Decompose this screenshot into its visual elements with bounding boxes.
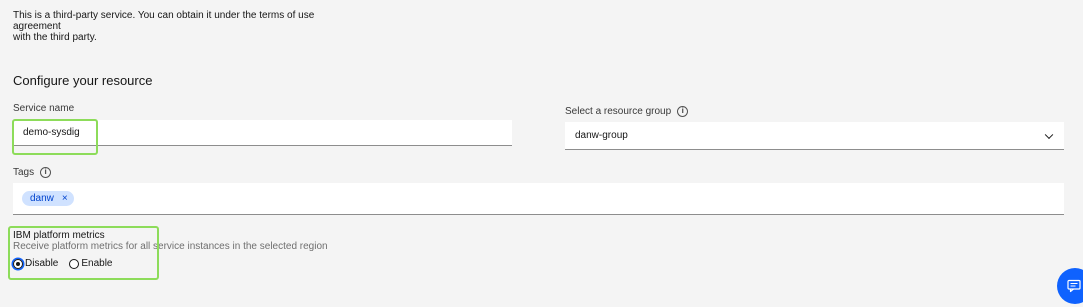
radio-disable-label: Disable — [25, 258, 59, 269]
third-party-notice-line-1: This is a third-party service. You can o… — [13, 10, 315, 32]
chat-icon — [1067, 279, 1081, 293]
service-name-value: demo-sysdig — [23, 127, 80, 138]
radio-button-checked[interactable] — [13, 258, 23, 269]
resource-group-value: danw-group — [575, 130, 628, 141]
resource-group-label: Select a resource group i — [565, 106, 689, 117]
radio-button-unchecked[interactable] — [69, 258, 80, 269]
radio-focus-ring — [13, 258, 23, 269]
resource-group-select[interactable]: danw-group — [565, 122, 1064, 150]
service-name-input[interactable]: demo-sysdig — [13, 120, 512, 146]
chat-button[interactable] — [1057, 268, 1083, 304]
radio-enable-label: Enable — [81, 258, 113, 269]
tags-label-text: Tags — [13, 167, 35, 178]
platform-metrics-label: IBM platform metrics — [13, 230, 105, 241]
tag-chip: danw × — [22, 191, 74, 206]
close-icon[interactable]: × — [62, 193, 68, 204]
third-party-notice: This is a third-party service. You can o… — [13, 10, 353, 43]
tags-label: Tags i — [13, 167, 52, 178]
info-icon[interactable]: i — [40, 167, 52, 178]
tags-input[interactable]: danw × — [13, 183, 1064, 215]
chevron-down-icon — [1044, 130, 1054, 139]
radio-enable[interactable]: Enable — [69, 258, 113, 269]
service-name-label: Service name — [13, 103, 74, 114]
platform-metrics-radio-group: Disable Enable — [13, 258, 113, 269]
section-title: Configure your resource — [13, 73, 153, 88]
service-name-label-text: Service name — [13, 103, 75, 114]
resource-group-label-text: Select a resource group — [565, 106, 672, 117]
platform-metrics-description: Receive platform metrics for all service… — [13, 241, 328, 252]
tag-label: danw — [30, 193, 54, 204]
info-icon[interactable]: i — [677, 106, 689, 117]
third-party-notice-line-2: with the third party. — [13, 32, 97, 43]
radio-disable[interactable]: Disable — [13, 258, 58, 269]
